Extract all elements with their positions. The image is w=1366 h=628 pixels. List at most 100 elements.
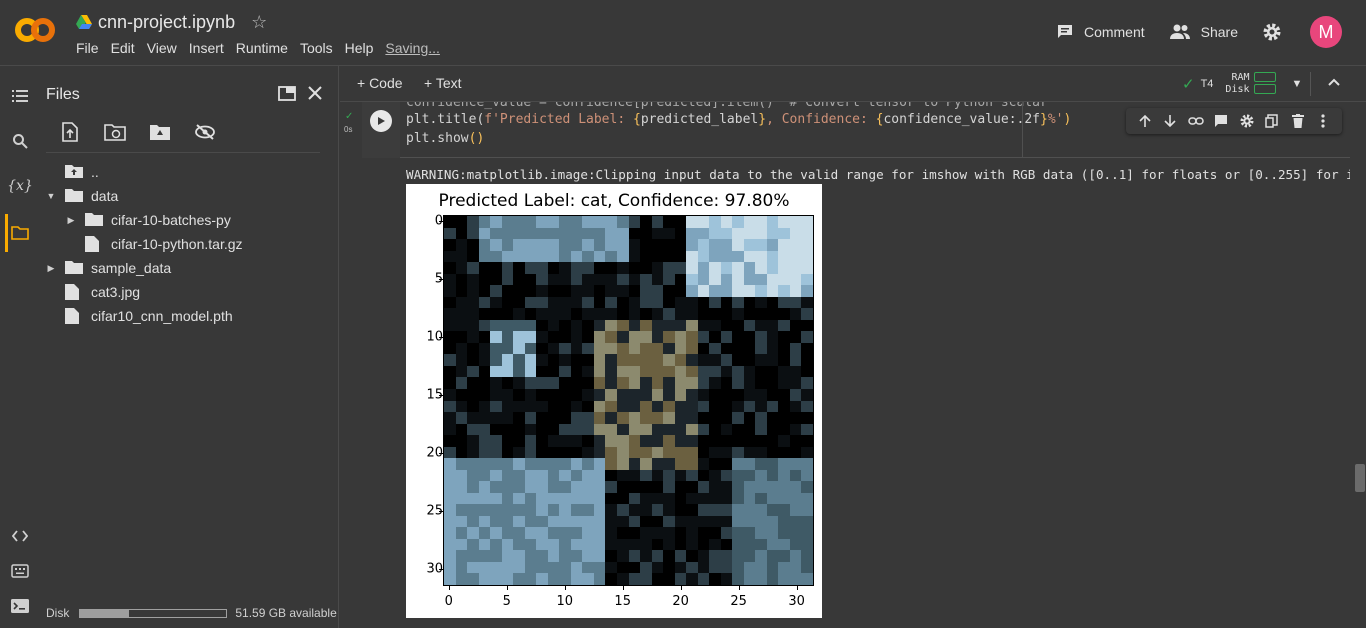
image-pixel (732, 515, 744, 528)
menu-help[interactable]: Help (339, 40, 380, 56)
colab-logo[interactable] (14, 16, 56, 44)
image-pixel (455, 342, 468, 355)
notebook-scrollbar[interactable] (1354, 102, 1366, 628)
table-of-contents-icon[interactable] (10, 86, 30, 106)
image-pixel (467, 400, 479, 413)
menu-runtime[interactable]: Runtime (230, 40, 294, 56)
mirror-cell-icon[interactable] (1264, 113, 1280, 129)
image-pixel (778, 239, 790, 251)
image-pixel (789, 319, 802, 332)
image-pixel (501, 319, 514, 332)
image-pixel (478, 250, 491, 263)
command-palette-icon[interactable] (10, 561, 30, 581)
image-pixel (513, 377, 525, 389)
collapse-chevron-up-icon[interactable] (1326, 74, 1342, 95)
chevron-right-icon[interactable]: ▶ (65, 215, 77, 226)
image-pixel (513, 573, 525, 585)
notebook-title[interactable]: cnn-project.ipynb (98, 12, 235, 33)
mount-drive-icon[interactable] (148, 120, 172, 144)
ram-label: RAM (1231, 72, 1250, 83)
scrollbar-thumb[interactable] (1355, 464, 1365, 492)
variables-icon[interactable]: {x} (7, 176, 33, 196)
add-text-button[interactable]: + Text (424, 75, 462, 91)
image-pixel (582, 573, 594, 585)
tree-item-cifar-10-batches-py[interactable]: ▶ cifar-10-batches-py (65, 209, 231, 231)
move-up-icon[interactable] (1137, 113, 1153, 129)
runtime-status[interactable]: ✓ T4 RAM Disk ▼ (1182, 72, 1302, 96)
tree-item-cat3-jpg[interactable]: cat3.jpg (65, 281, 140, 303)
share-button[interactable]: Share (1169, 24, 1238, 40)
menu-tools[interactable]: Tools (294, 40, 339, 56)
image-pixel (467, 239, 479, 251)
tree-item-parent[interactable]: .. (65, 161, 99, 183)
upload-icon[interactable] (58, 120, 82, 144)
more-vert-icon[interactable] (1315, 113, 1331, 129)
image-pixel (559, 538, 571, 551)
settings-button[interactable] (1262, 22, 1292, 42)
image-pixel (663, 481, 675, 493)
image-pixel (616, 481, 629, 493)
image-pixel (513, 331, 525, 343)
tree-item-cifar10-cnn-model-pth[interactable]: cifar10_cnn_model.pth (65, 305, 233, 327)
image-pixel (720, 342, 733, 355)
image-pixel (789, 308, 802, 320)
image-pixel (709, 331, 721, 343)
image-pixel (697, 273, 710, 286)
terminal-icon[interactable] (10, 596, 30, 616)
avatar[interactable]: M (1310, 16, 1342, 48)
tree-item-cifar-10-python-tar-gz[interactable]: cifar-10-python.tar.gz (85, 233, 243, 255)
image-pixel (778, 365, 790, 378)
image-pixel (605, 216, 617, 228)
menu-view[interactable]: View (141, 40, 183, 56)
runtime-dropdown-icon[interactable]: ▼ (1292, 78, 1303, 90)
add-code-button[interactable]: + Code (357, 75, 403, 91)
image-pixel (720, 515, 733, 528)
close-icon[interactable] (304, 82, 326, 104)
image-pixel (582, 550, 594, 562)
image-pixel (743, 216, 756, 228)
menu-insert[interactable]: Insert (183, 40, 230, 56)
image-pixel (490, 285, 502, 297)
comment-icon[interactable] (1213, 113, 1229, 129)
comment-button[interactable]: Comment (1056, 23, 1145, 41)
image-pixel (593, 504, 606, 516)
tree-item-sample-data[interactable]: ▶ sample_data (45, 257, 172, 279)
image-pixel (674, 423, 687, 436)
search-icon[interactable] (10, 131, 30, 151)
image-pixel (478, 400, 491, 413)
gear-icon[interactable] (1239, 113, 1255, 129)
image-pixel (663, 227, 675, 240)
image-pixel (709, 504, 721, 516)
image-pixel (651, 285, 664, 297)
image-pixel (559, 239, 571, 251)
image-pixel (709, 216, 721, 228)
image-pixel (801, 250, 813, 263)
refresh-folder-icon[interactable] (103, 120, 127, 144)
saving-status[interactable]: Saving... (379, 40, 445, 56)
image-pixel (536, 262, 548, 274)
chevron-down-icon[interactable]: ▼ (45, 191, 57, 201)
delete-icon[interactable] (1290, 113, 1306, 129)
menu-edit[interactable]: Edit (105, 40, 141, 56)
tree-item-data[interactable]: ▼ data (45, 185, 119, 207)
image-pixel (524, 285, 537, 297)
image-pixel (697, 458, 710, 470)
image-pixel (547, 388, 560, 401)
image-pixel (766, 308, 779, 320)
image-pixel (697, 515, 710, 528)
run-cell-button[interactable] (370, 110, 392, 132)
menu-file[interactable]: File (70, 40, 105, 56)
move-down-icon[interactable] (1162, 113, 1178, 129)
image-pixel (524, 561, 537, 574)
folder-icon[interactable] (10, 223, 30, 243)
image-pixel (478, 216, 491, 228)
image-pixel (570, 227, 583, 240)
files-panel: Files .. ▼ data ▶ cifar-10-batches-py ci… (38, 66, 339, 628)
star-icon[interactable]: ☆ (251, 12, 267, 33)
hide-files-icon[interactable] (193, 120, 217, 144)
code-snippets-icon[interactable] (10, 526, 30, 546)
link-icon[interactable] (1188, 113, 1204, 129)
image-pixel (720, 388, 733, 401)
chevron-right-icon[interactable]: ▶ (45, 263, 57, 274)
open-in-tab-icon[interactable] (276, 82, 298, 104)
